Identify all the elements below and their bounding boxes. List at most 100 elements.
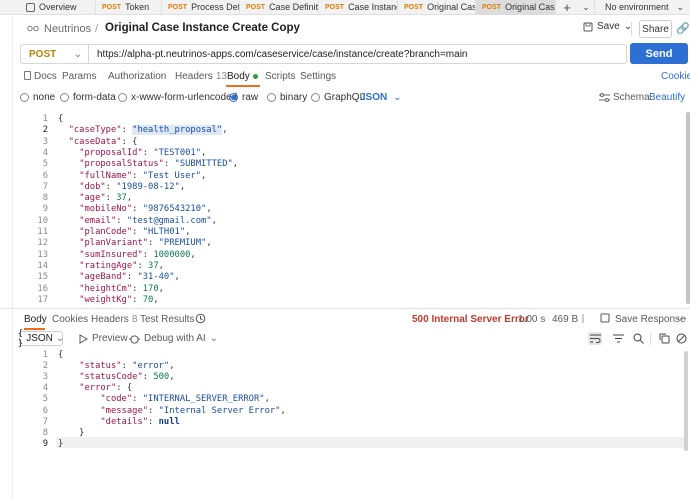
response-time[interactable]: 1.00 s	[518, 314, 545, 325]
tab-params[interactable]: Params	[62, 71, 96, 82]
response-body-viewer[interactable]: 1{2 "status": "error", 3 "statusCode": 50…	[26, 349, 686, 453]
response-format-selector[interactable]: { } JSON ⌄	[18, 329, 64, 349]
tab-response-cookies[interactable]: Cookies	[52, 314, 88, 325]
line-number: 1	[42, 114, 48, 124]
code-text: "status": "error",	[79, 361, 175, 372]
tab-headers[interactable]: Headers 13	[175, 71, 227, 82]
save-response-button[interactable]: Save Response	[615, 314, 686, 325]
code-text: "email": "test@gmail.com",	[79, 215, 217, 226]
history-icon[interactable]	[195, 313, 206, 327]
chevron-down-icon: ⌄	[393, 92, 402, 103]
request-body-editor[interactable]: 1{2 "caseType": "health_proposal", 3 "cas…	[26, 110, 686, 306]
code-text: "proposalId": "TEST001",	[79, 147, 207, 158]
line-number: 3	[42, 136, 48, 147]
tab-token[interactable]: POST Token	[96, 0, 162, 15]
line-number: 12	[37, 238, 48, 249]
more-options-icon[interactable]: ⋯	[677, 314, 687, 325]
active-tab-indicator	[24, 328, 45, 330]
radio-binary[interactable]: binary	[267, 92, 307, 103]
breadcrumb-workspace[interactable]: Neutrinos	[44, 23, 91, 35]
tab-test-results[interactable]: Test Results	[140, 314, 194, 325]
response-editor-scrollbar[interactable]	[684, 351, 688, 451]
method-selector[interactable]: POST ⌄	[21, 45, 89, 63]
save-button[interactable]: Save ⌄	[583, 21, 632, 32]
tab-body[interactable]: Body	[227, 71, 258, 82]
search-icon[interactable]	[631, 332, 645, 345]
tab-list-chevron-icon[interactable]: ⌄	[578, 2, 594, 13]
link-icon[interactable]: 🔗	[676, 22, 690, 35]
radio-icon	[118, 93, 127, 102]
tab-label: Case Definiti	[269, 2, 319, 12]
schema-button[interactable]: Schema	[599, 92, 650, 103]
radio-urlencoded[interactable]: x-www-form-urlencoded	[118, 92, 237, 103]
tab-original-case[interactable]: POST Original Case	[398, 0, 476, 15]
code-text: "caseData": {	[68, 136, 138, 147]
tab-response-body[interactable]: Body	[24, 314, 47, 325]
radio-selected-icon	[229, 93, 238, 102]
wrap-lines-icon[interactable]	[588, 332, 602, 345]
tab-label: Process Defi	[191, 2, 240, 12]
radio-label: x-www-form-urlencoded	[131, 92, 238, 103]
schema-icon	[599, 93, 610, 102]
pane-divider[interactable]	[0, 308, 690, 309]
chevron-down-icon: ⌄	[73, 48, 82, 60]
radio-label: none	[33, 92, 56, 103]
status-badge[interactable]: 500 Internal Server Error	[412, 314, 529, 325]
new-tab-button[interactable]: +	[556, 0, 578, 15]
line-number: 9	[42, 204, 48, 215]
tab-label: Original Case	[505, 2, 556, 12]
radio-form-data[interactable]: form-data	[60, 92, 116, 103]
code-line: 17 "weightKg": 70,	[26, 295, 666, 306]
code-text: "error": {	[79, 383, 133, 394]
environment-selector[interactable]: No environment ⌄	[594, 0, 690, 15]
line-number: 13	[37, 249, 48, 260]
line-number: 1	[42, 350, 48, 360]
tab-settings[interactable]: Settings	[300, 71, 336, 82]
response-size[interactable]: 469 B	[552, 314, 578, 325]
tab-original-case-copy[interactable]: POST Original Case ×	[476, 0, 556, 15]
radio-graphql[interactable]: GraphQL	[311, 92, 365, 103]
code-text: "fullName": "Test User",	[79, 170, 207, 181]
url-input[interactable]: https://alpha-pt.neutrinos-apps.com/case…	[89, 49, 626, 60]
cookies-link[interactable]: Cookies	[661, 71, 690, 82]
body-format-selector[interactable]: JSON ⌄	[360, 92, 402, 103]
active-tab-indicator	[226, 85, 260, 87]
code-line: 6 "fullName": "Test User",	[26, 171, 666, 182]
request-editor-scrollbar[interactable]	[686, 112, 690, 304]
code-text: "proposalStatus": "SUBMITTED",	[79, 159, 239, 170]
url-bar: POST ⌄ https://alpha-pt.neutrinos-apps.c…	[20, 44, 627, 64]
beautify-button[interactable]: Beautify	[649, 92, 685, 103]
tab-process-definition[interactable]: POST Process Defi	[162, 0, 240, 15]
response-divider-icon	[577, 313, 589, 327]
tab-overview[interactable]: Overview	[0, 0, 96, 15]
share-button[interactable]: Share	[639, 20, 672, 38]
code-line: 8 }	[26, 428, 666, 439]
page-title[interactable]: Original Case Instance Create Copy	[105, 22, 300, 34]
code-text: "message": "Internal Server Error",	[100, 405, 286, 416]
radio-none[interactable]: none	[20, 92, 55, 103]
body-type-selector: none form-data x-www-form-urlencoded raw…	[0, 90, 690, 106]
tab-case-instance[interactable]: POST Case Instanc	[319, 0, 398, 15]
save-response-icon	[600, 313, 610, 326]
code-text: "statusCode": 500,	[79, 372, 175, 383]
radio-icon	[267, 93, 276, 102]
save-label: Save	[597, 21, 620, 32]
clear-icon[interactable]	[674, 332, 688, 345]
tab-scripts[interactable]: Scripts	[265, 71, 296, 82]
tab-authorization[interactable]: Authorization	[108, 71, 166, 82]
tab-case-definition[interactable]: POST Case Definiti	[240, 0, 319, 15]
filter-icon[interactable]	[611, 332, 625, 345]
debug-label: Debug with AI	[144, 333, 206, 344]
radio-raw[interactable]: raw	[229, 92, 258, 103]
copy-icon[interactable]	[657, 332, 671, 345]
tab-label: Original Case	[427, 2, 475, 12]
tab-docs[interactable]: Docs	[24, 71, 57, 82]
chevron-down-icon: ⌄	[676, 1, 684, 12]
preview-button[interactable]: Preview	[78, 333, 128, 344]
tab-method: POST	[404, 3, 424, 11]
debug-with-ai-button[interactable]: Debug with AI ⌄	[129, 333, 218, 344]
preview-label: Preview	[92, 333, 128, 344]
tab-response-headers[interactable]: Headers 8	[91, 314, 137, 325]
response-format-label: JSON	[26, 333, 53, 344]
send-button[interactable]: Send	[630, 43, 688, 64]
